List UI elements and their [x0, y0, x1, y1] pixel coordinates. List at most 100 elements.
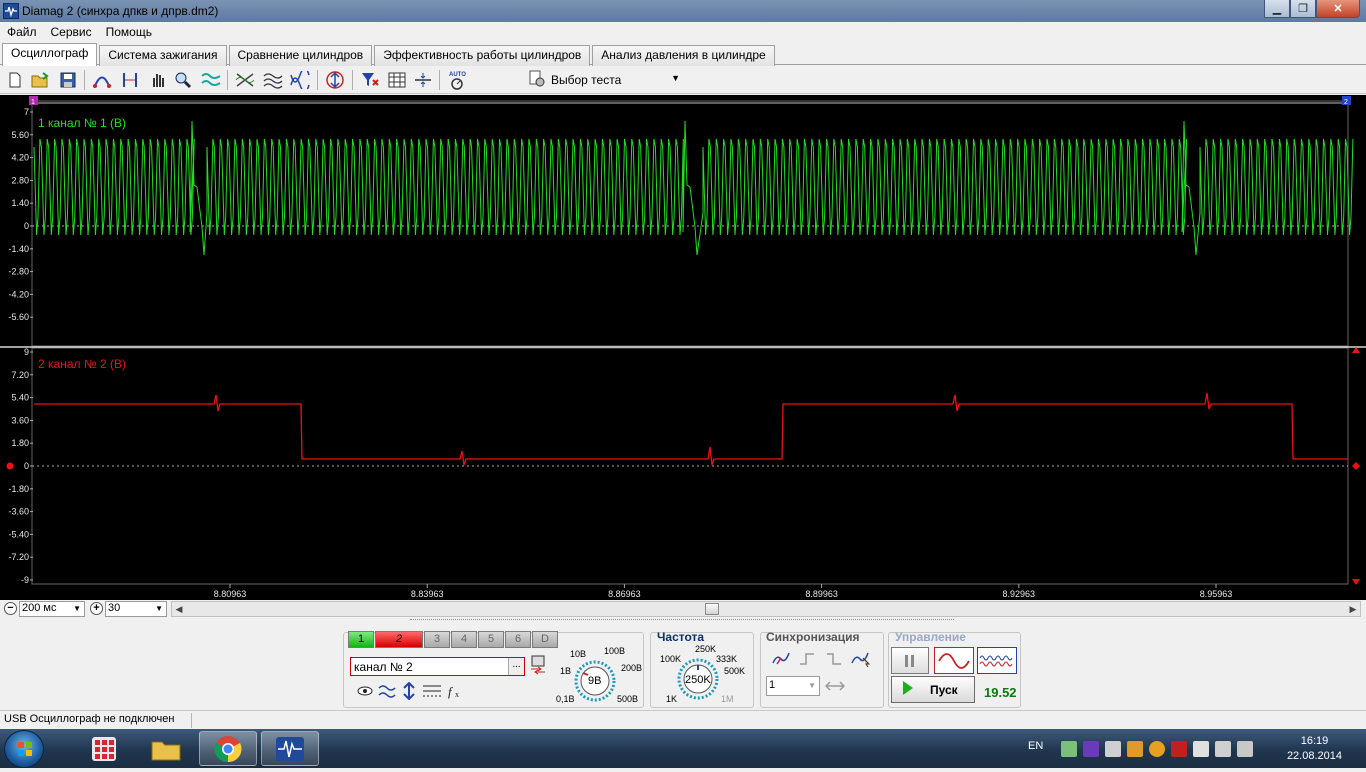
maximize-button[interactable]: ❐: [1290, 0, 1316, 18]
function-icon[interactable]: fx: [446, 682, 466, 700]
svg-text:AUTO: AUTO: [449, 72, 466, 78]
continuous-wave-mode-button[interactable]: [977, 647, 1017, 674]
tray-power-icon[interactable]: [1237, 741, 1253, 757]
points-select[interactable]: 30 ▼: [105, 601, 167, 617]
channel-button-4[interactable]: 4: [451, 631, 477, 648]
minimize-button[interactable]: ▁: [1264, 0, 1290, 18]
freq-label-100k: 100K: [660, 654, 682, 664]
new-file-icon[interactable]: [4, 69, 26, 91]
tray-speaker-icon[interactable]: [1105, 741, 1121, 757]
window-title: Diamag 2 (синхра дпкв и дпрв.dm2): [22, 4, 219, 18]
zoom-icon[interactable]: [172, 69, 194, 91]
channel-button-1[interactable]: 1: [348, 631, 374, 648]
clock[interactable]: 16:19 22.08.2014: [1287, 734, 1342, 764]
tray-signal-icon[interactable]: [1193, 741, 1209, 757]
ch2-top-marker[interactable]: [1352, 347, 1360, 353]
clock-date: 22.08.2014: [1286, 750, 1342, 762]
test-select[interactable]: Выбор теста ▼: [528, 69, 686, 91]
start-button[interactable]: Пуск: [891, 676, 975, 703]
scroll-thumb[interactable]: [705, 603, 719, 615]
horizontal-split-icon[interactable]: [412, 69, 434, 91]
channel-button-3[interactable]: 3: [424, 631, 450, 648]
taskbar-diamag[interactable]: [261, 731, 319, 766]
channel-button-5[interactable]: 5: [478, 631, 504, 648]
channel-settings-icon[interactable]: [528, 655, 548, 675]
filter-channel-icon[interactable]: [359, 69, 381, 91]
eye-icon[interactable]: [355, 682, 375, 700]
tab-oscilloscope[interactable]: Осциллограф: [2, 43, 98, 66]
cursor-arc-icon[interactable]: [91, 69, 113, 91]
volt-label-500v: 500В: [617, 694, 639, 704]
tab-ignition[interactable]: Система зажигания: [99, 45, 227, 66]
scale-bar: − 200 мс ▼ + 30 ▼ ◀ ▶: [0, 600, 1366, 618]
oscilloscope-display[interactable]: 1 2 1 канал № 1 (В) 2 канал № 2 (В) 7 5.6…: [0, 95, 1366, 600]
control-title: Управление: [895, 630, 966, 644]
clock-time: 16:19: [1300, 735, 1329, 747]
channel-button-2[interactable]: 2: [375, 631, 423, 648]
panel-splitter[interactable]: [410, 619, 954, 624]
overlay-wave-icon[interactable]: [289, 69, 311, 91]
ch2-plot-frame: [31, 347, 1349, 585]
sync-manual-icon[interactable]: [851, 650, 871, 668]
taskbar-app-grid[interactable]: [75, 731, 133, 766]
tab-pressure-analysis[interactable]: Анализ давления в цилиндре: [592, 45, 775, 66]
multi-wave-icon[interactable]: [262, 69, 284, 91]
zoom-in-icon[interactable]: +: [90, 602, 103, 615]
ch2-bottom-marker[interactable]: [1352, 579, 1360, 585]
status-text: USB Осциллограф не подключен: [4, 713, 175, 725]
language-indicator[interactable]: EN: [1028, 740, 1043, 752]
toolbar: AUTO Выбор теста ▼: [0, 66, 1366, 94]
tray-onenote-icon[interactable]: [1083, 741, 1099, 757]
save-icon[interactable]: [57, 69, 79, 91]
sync-channel-select[interactable]: 1 ▼: [766, 676, 820, 696]
tab-cylinder-compare[interactable]: Сравнение цилиндров: [228, 45, 373, 66]
time-tick-label: 8.95963: [1200, 589, 1233, 599]
single-wave-mode-button[interactable]: [934, 647, 974, 674]
line-style-icon[interactable]: [422, 682, 442, 700]
scroll-right-icon[interactable]: ▶: [1346, 602, 1360, 616]
menu-service[interactable]: Сервис: [44, 22, 99, 42]
tab-cylinder-efficiency[interactable]: Эффективность работы цилиндров: [374, 45, 591, 66]
channel-button-d[interactable]: D: [532, 631, 558, 648]
vertical-shift-icon[interactable]: [399, 682, 419, 700]
grid-icon[interactable]: [386, 69, 408, 91]
volt-label-1v: 1В: [560, 666, 572, 676]
auto-icon[interactable]: AUTO: [446, 69, 468, 91]
tray-sync-icon[interactable]: [1149, 741, 1165, 757]
menu-help[interactable]: Помощь: [99, 22, 159, 42]
hand-icon[interactable]: [147, 69, 169, 91]
wave-invert-icon[interactable]: [377, 682, 397, 700]
scroll-left-icon[interactable]: ◀: [172, 602, 186, 616]
sync-rising-icon[interactable]: [771, 650, 791, 668]
tab-strip: Осциллограф Система зажигания Сравнение …: [0, 43, 1366, 66]
cursor-measure-icon[interactable]: [119, 69, 141, 91]
sync-shift-icon[interactable]: [825, 677, 845, 695]
sync-edge-up-icon[interactable]: [797, 650, 817, 668]
taskbar-chrome[interactable]: [199, 731, 257, 766]
zoom-out-icon[interactable]: −: [4, 602, 17, 615]
channel-name-browse-button[interactable]: ...: [508, 658, 524, 675]
tray-volume-icon[interactable]: [1215, 741, 1231, 757]
close-button[interactable]: ✕: [1316, 0, 1360, 18]
pause-button[interactable]: [891, 647, 929, 674]
tray-network-icon[interactable]: [1061, 741, 1077, 757]
tray-app-icon[interactable]: [1127, 741, 1143, 757]
taskbar-explorer[interactable]: [137, 731, 195, 766]
ch2-tick-label: 7.20: [11, 370, 29, 380]
volt-label-10v: 10В: [570, 649, 587, 659]
channel-name-field[interactable]: канал № 2 ...: [350, 657, 525, 676]
auto-scale-icon[interactable]: [324, 69, 346, 91]
cross-wave-icon[interactable]: [234, 69, 256, 91]
channel-button-6[interactable]: 6: [505, 631, 531, 648]
signal-filter-icon[interactable]: [200, 69, 222, 91]
start-menu-button[interactable]: [4, 730, 44, 768]
ch2-zero-marker[interactable]: [6, 462, 14, 470]
ch2-zero-marker-right[interactable]: [1352, 462, 1360, 470]
sync-edge-down-icon[interactable]: [824, 650, 844, 668]
open-folder-icon[interactable]: [29, 69, 51, 91]
tray-ati-icon[interactable]: [1171, 741, 1187, 757]
time-tick-label: 8.86963: [608, 589, 641, 599]
horizontal-scrollbar[interactable]: ◀ ▶: [171, 601, 1361, 617]
timebase-select[interactable]: 200 мс ▼: [19, 601, 85, 617]
menu-file[interactable]: Файл: [0, 22, 44, 42]
